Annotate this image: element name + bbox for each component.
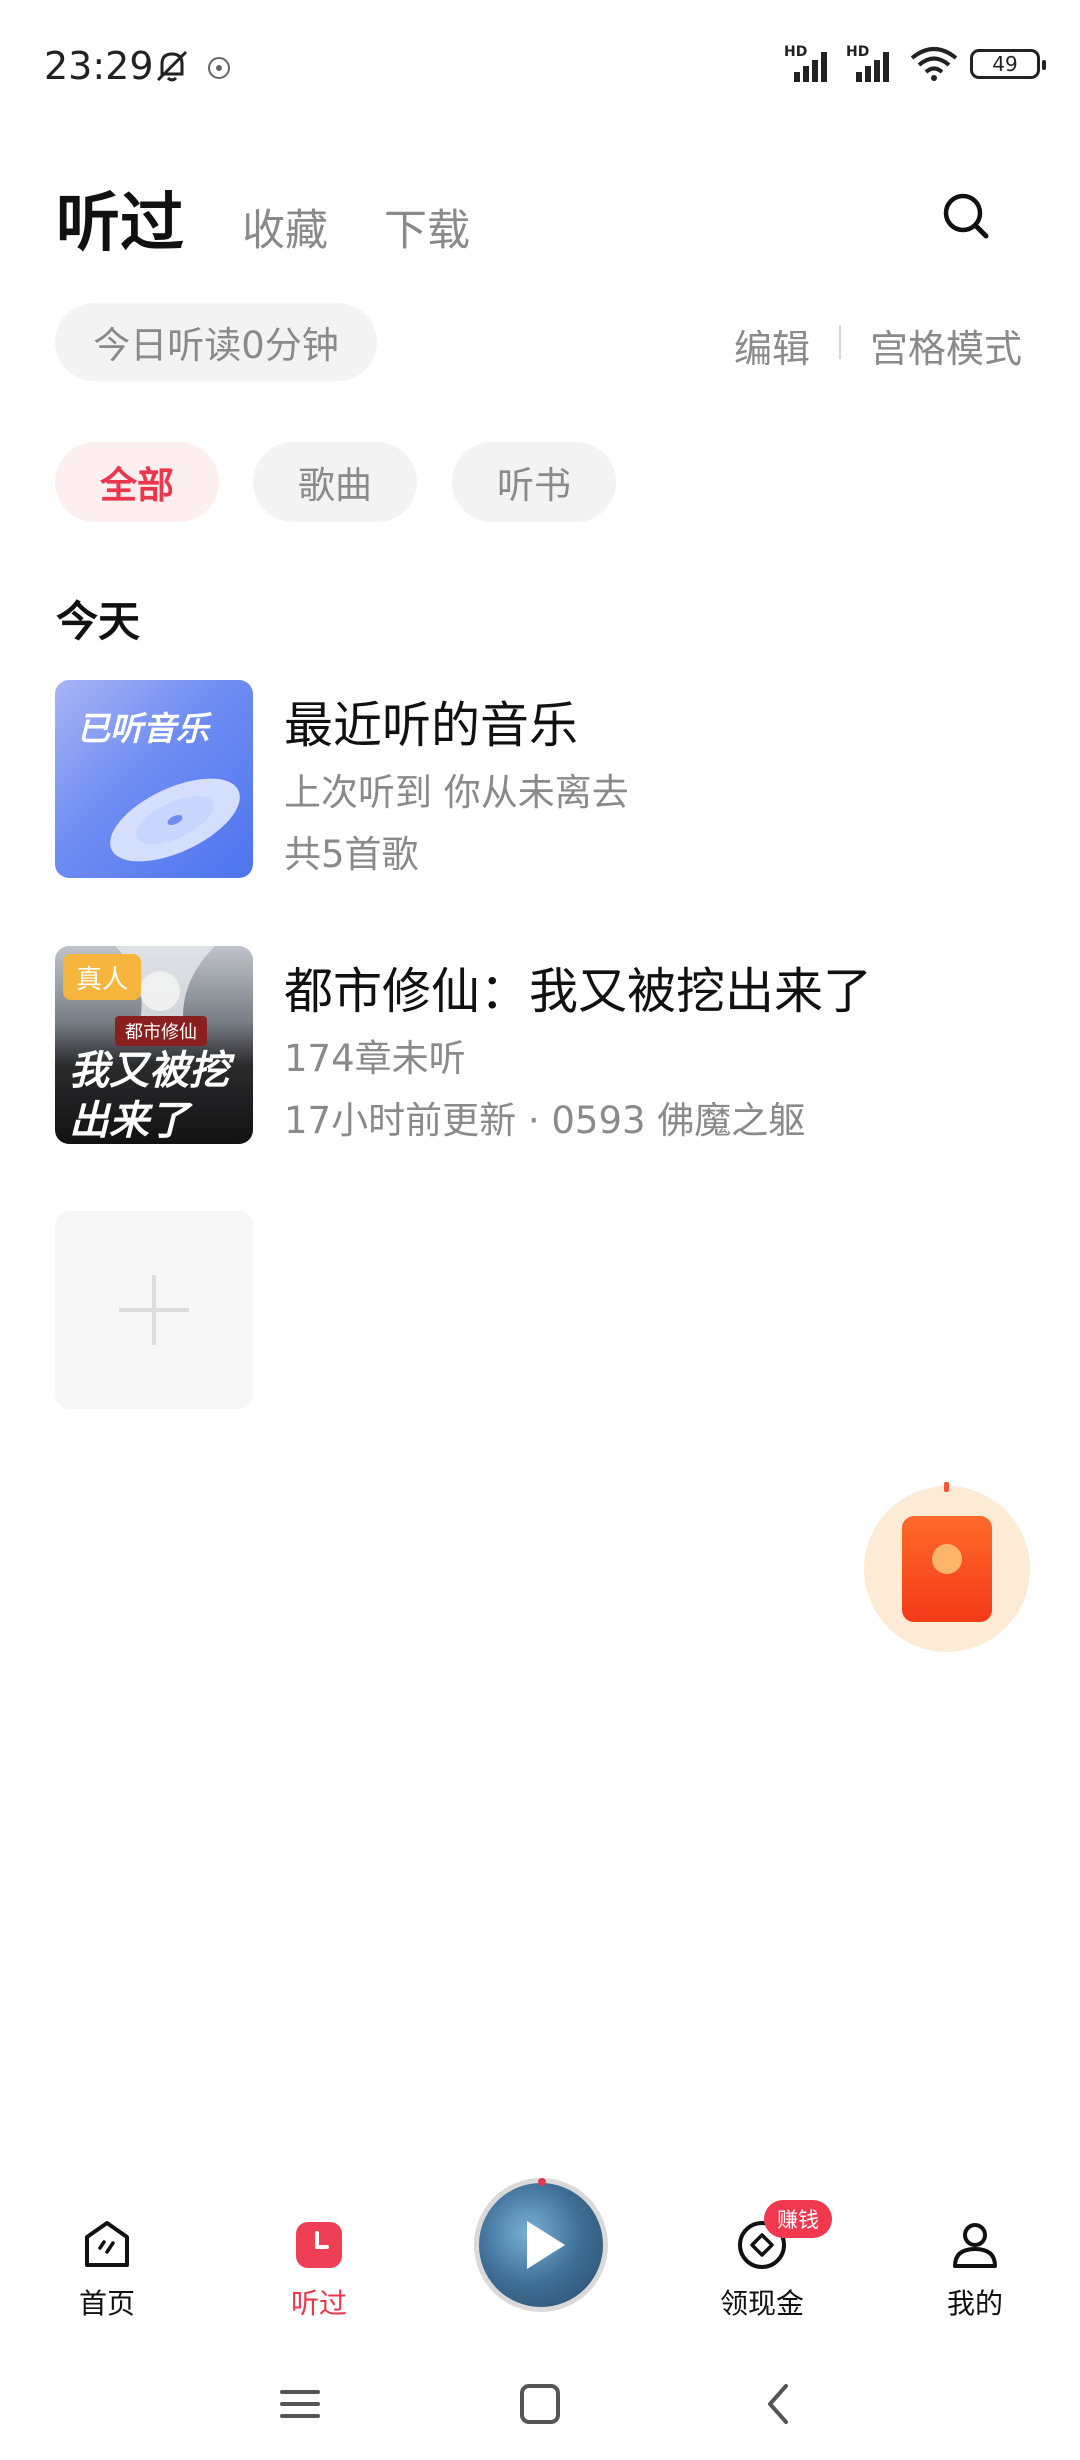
mini-player-button[interactable]	[474, 2178, 608, 2312]
item-subtitle: 174章未听	[284, 1037, 466, 1080]
bottom-nav: 首页 听过 领现金 赚钱 我的	[0, 2170, 1080, 2330]
nav-history-label: 听过	[290, 2287, 347, 2320]
book-cover: 真人 都市修仙 我又被挖出来了	[55, 946, 253, 1144]
app-notification-icon	[208, 57, 230, 79]
add-item-button[interactable]	[55, 1211, 253, 1409]
signal-icon: HD	[784, 44, 836, 84]
cover-calligraphy: 我又被挖出来了	[69, 1048, 229, 1144]
back-icon[interactable]	[756, 2380, 804, 2428]
cover-genre-tag: 都市修仙	[115, 1016, 207, 1046]
disc-icon	[110, 778, 240, 862]
today-listening-pill[interactable]: 今日听读0分钟	[55, 303, 377, 381]
filter-all[interactable]: 全部	[55, 442, 219, 522]
notification-dot	[944, 1482, 949, 1492]
item-subtitle: 上次听到 你从未离去	[284, 771, 629, 814]
tab-downloads[interactable]: 下载	[384, 196, 470, 258]
plus-icon	[119, 1275, 189, 1345]
profile-icon	[953, 2223, 997, 2268]
earn-badge: 赚钱	[764, 2200, 832, 2238]
status-time: 23:29	[44, 44, 154, 88]
nav-home-label: 首页	[78, 2287, 135, 2320]
item-title: 都市修仙：我又被挖出来了	[284, 963, 873, 1020]
header-tabs: 听过 收藏 下载	[56, 172, 526, 264]
signal-hd-label-2: HD	[846, 44, 870, 60]
status-indicators: HD HD 49	[784, 44, 1046, 84]
red-envelope-button[interactable]	[864, 1482, 1030, 1652]
nav-profile-label: 我的	[946, 2287, 1003, 2320]
item-meta: 共5首歌	[284, 833, 419, 876]
signal-hd-label: HD	[784, 44, 808, 60]
menu-icon[interactable]	[276, 2380, 324, 2428]
player-progress-dot	[538, 2178, 546, 2186]
list-item[interactable]: 已听音乐 最近听的音乐 上次听到 你从未离去 共5首歌	[55, 680, 1025, 878]
list-item[interactable]: 真人 都市修仙 我又被挖出来了 都市修仙：我又被挖出来了 174章未听 17小时…	[55, 946, 1025, 1144]
signal-icon-2: HD	[846, 44, 898, 84]
nav-profile[interactable]: 我的	[905, 2218, 1045, 2322]
filter-songs[interactable]: 歌曲	[253, 442, 417, 522]
grid-mode-button[interactable]: 宫格模式	[870, 318, 1022, 373]
home-square-icon[interactable]	[516, 2380, 564, 2428]
nav-home[interactable]: 首页	[37, 2218, 177, 2322]
filter-audiobooks[interactable]: 听书	[452, 442, 616, 522]
wifi-icon	[910, 47, 958, 81]
tab-history[interactable]: 听过	[56, 172, 184, 264]
item-title: 最近听的音乐	[284, 697, 579, 754]
divider	[839, 325, 841, 359]
status-bar: 23:29 HD HD 49	[0, 0, 1080, 135]
red-envelope-icon	[902, 1516, 992, 1622]
section-title-today: 今天	[56, 597, 141, 646]
history-icon	[296, 2222, 342, 2268]
item-meta: 17小时前更新 · 0593 佛魔之躯	[284, 1099, 806, 1142]
tab-favorites[interactable]: 收藏	[242, 196, 328, 258]
real-voice-badge: 真人	[63, 954, 141, 1000]
play-icon	[527, 2221, 565, 2269]
nav-history[interactable]: 听过	[249, 2218, 389, 2322]
battery-level: 49	[992, 52, 1018, 76]
system-navigation-bar	[0, 2350, 1080, 2460]
home-icon	[85, 2221, 129, 2267]
music-cover: 已听音乐	[55, 680, 253, 878]
nav-cash-label: 领现金	[719, 2287, 804, 2320]
edit-button[interactable]: 编辑	[734, 318, 810, 373]
coin-icon	[932, 1544, 962, 1574]
bell-muted-icon	[156, 50, 188, 82]
search-icon[interactable]	[938, 188, 994, 244]
battery-icon: 49	[970, 49, 1046, 79]
